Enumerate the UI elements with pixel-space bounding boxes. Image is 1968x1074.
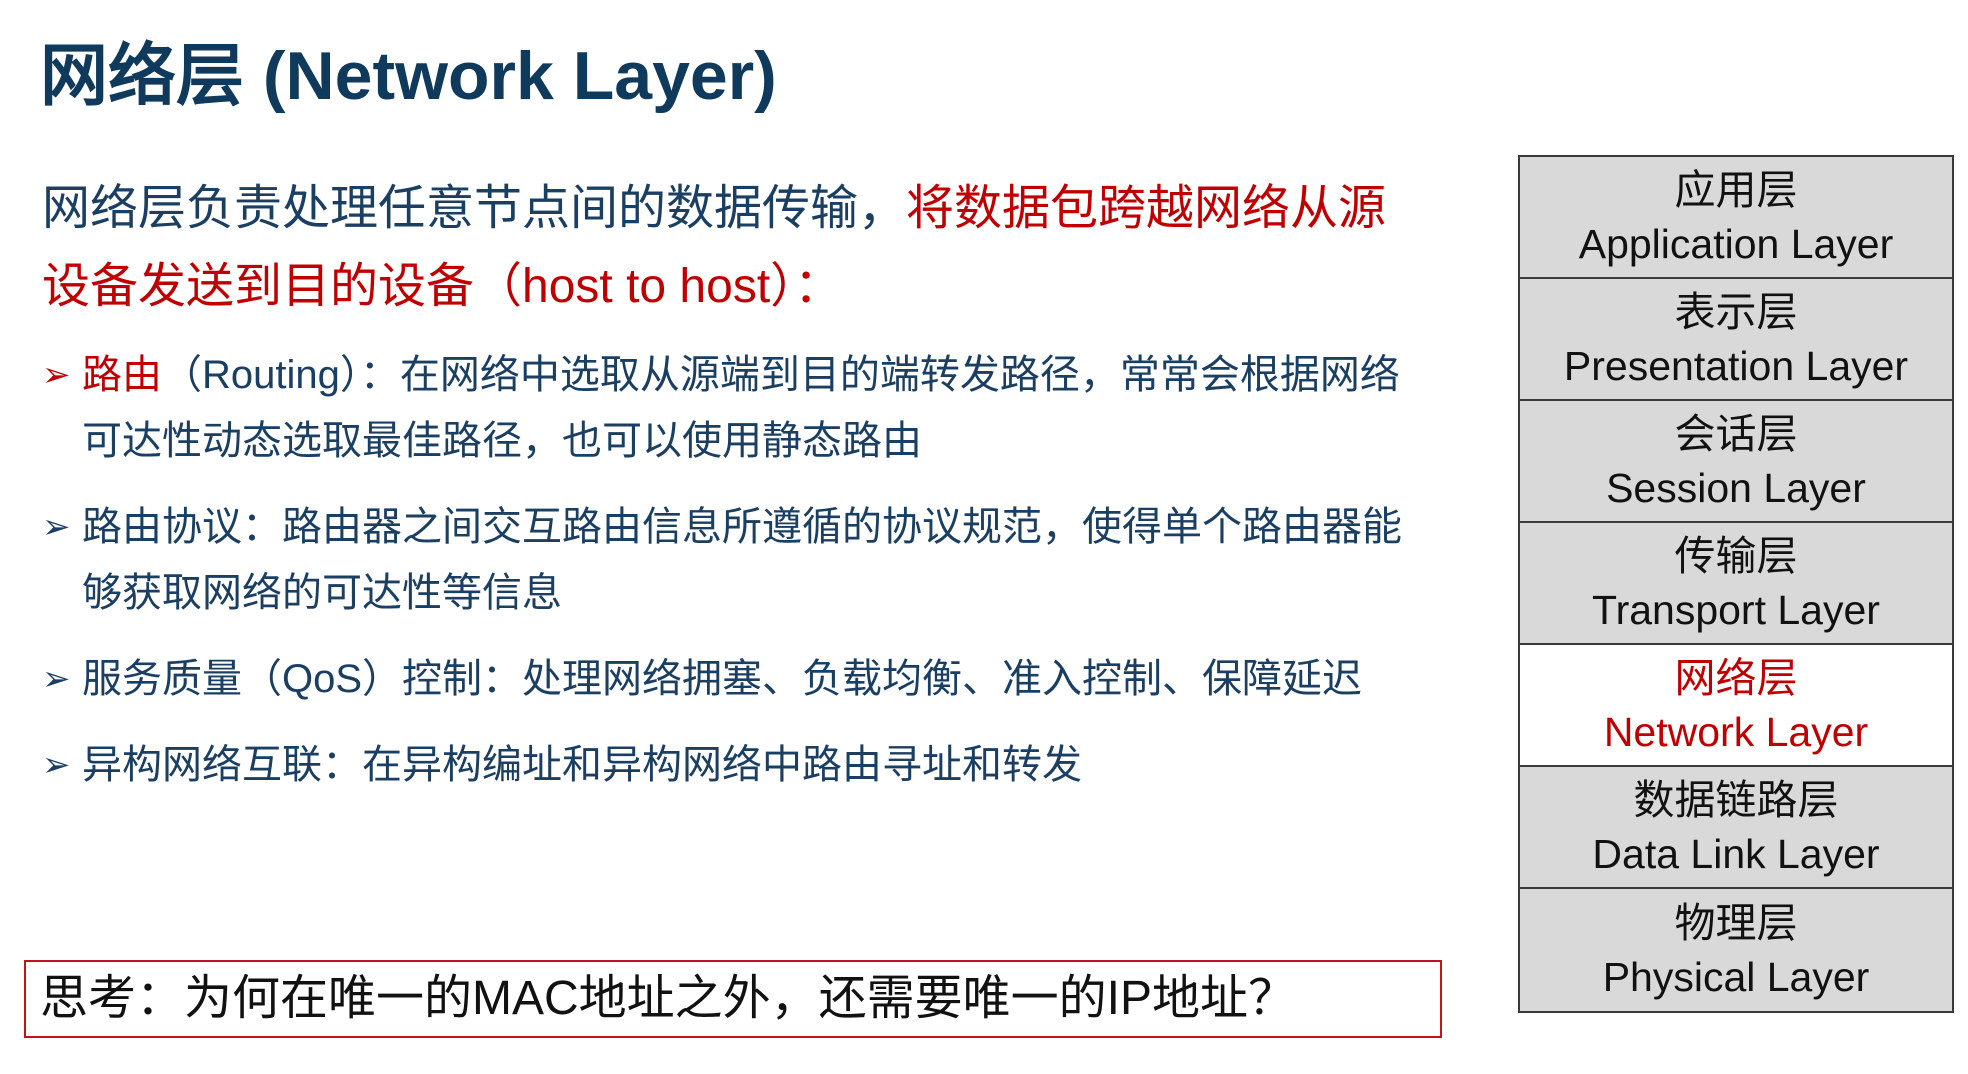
bullet-text: 路由协议：路由器之间交互路由信息所遵循的协议规范，使得单个路由器能够获取网络的可… [82, 505, 1402, 615]
layer-name-zh: 网络层 [1674, 655, 1798, 701]
slide-title: 网络层 (Network Layer) [40, 38, 777, 114]
layer-data-link: 数据链路层 Data Link Layer [1520, 767, 1952, 889]
bullet-text: 服务质量（QoS）控制：处理网络拥塞、负载均衡、准入控制、保障延迟 [82, 657, 1363, 701]
layer-name-en: Data Link Layer [1592, 831, 1880, 877]
layer-name-en: Session Layer [1606, 465, 1866, 511]
bullet-item-routing: ➢ 路由（Routing）：在网络中选取从源端到目的端转发路径，常常会根据网络可… [42, 342, 1422, 474]
layer-application: 应用层 Application Layer [1520, 157, 1952, 279]
layer-name-en: Network Layer [1603, 709, 1869, 755]
layer-name-zh: 表示层 [1674, 289, 1798, 335]
layer-name-en: Presentation Layer [1563, 343, 1909, 389]
arrow-bullet-icon: ➢ [42, 746, 71, 784]
bullet-text: 异构网络互联：在异构编址和异构网络中路由寻址和转发 [82, 743, 1082, 787]
layer-transport: 传输层 Transport Layer [1520, 523, 1952, 645]
layer-presentation: 表示层 Presentation Layer [1520, 279, 1952, 401]
layer-name-zh: 传输层 [1674, 533, 1798, 579]
layer-physical: 物理层 Physical Layer [1520, 889, 1952, 1011]
layer-name-zh: 物理层 [1674, 900, 1798, 946]
arrow-bullet-icon: ➢ [42, 660, 71, 698]
layer-name-en: Application Layer [1578, 221, 1894, 267]
arrow-bullet-icon: ➢ [42, 356, 71, 394]
bullet-list: ➢ 路由（Routing）：在网络中选取从源端到目的端转发路径，常常会根据网络可… [42, 342, 1422, 818]
bullet-highlight: 路由 [82, 353, 162, 397]
layer-name-en: Transport Layer [1592, 587, 1880, 633]
layer-name-zh: 应用层 [1674, 167, 1798, 213]
intro-paragraph: 网络层负责处理任意节点间的数据传输，将数据包跨越网络从源设备发送到目的设备（ho… [42, 170, 1422, 326]
think-question-box: 思考：为何在唯一的MAC地址之外，还需要唯一的IP地址？ [24, 960, 1442, 1038]
bullet-item-qos: ➢ 服务质量（QoS）控制：处理网络拥塞、负载均衡、准入控制、保障延迟 [42, 646, 1422, 712]
layer-name-zh: 数据链路层 [1633, 777, 1839, 823]
intro-text: 网络层负责处理任意节点间的数据传输， [42, 182, 907, 235]
layer-session: 会话层 Session Layer [1520, 401, 1952, 523]
bullet-item-routing-protocol: ➢ 路由协议：路由器之间交互路由信息所遵循的协议规范，使得单个路由器能够获取网络… [42, 494, 1422, 626]
bullet-item-heterogeneous: ➢ 异构网络互联：在异构编址和异构网络中路由寻址和转发 [42, 732, 1422, 798]
layer-name-en: Physical Layer [1602, 954, 1870, 1000]
bullet-text: （Routing）：在网络中选取从源端到目的端转发路径，常常会根据网络可达性动态… [82, 353, 1400, 463]
osi-layer-stack: 应用层 Application Layer 表示层 Presentation L… [1518, 155, 1954, 1013]
layer-network: 网络层 Network Layer [1520, 645, 1952, 767]
arrow-bullet-icon: ➢ [42, 508, 71, 546]
layer-name-zh: 会话层 [1674, 411, 1798, 457]
